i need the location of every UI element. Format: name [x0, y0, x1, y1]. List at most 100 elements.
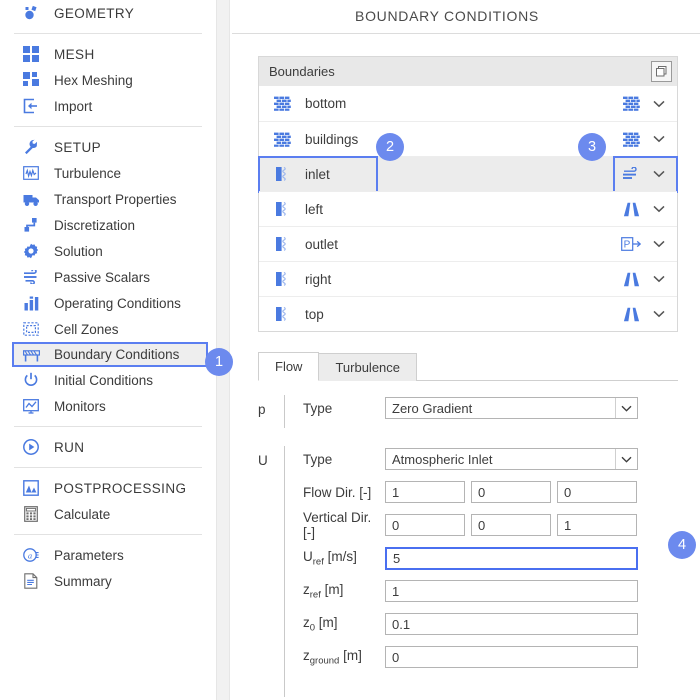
- sidebar-item-label: Monitors: [54, 398, 106, 414]
- sidebar-item-run[interactable]: RUN: [0, 434, 216, 460]
- patch-icon: [271, 236, 293, 252]
- sidebar-item-import[interactable]: Import: [0, 93, 216, 119]
- sidebar-item-label: Import: [54, 98, 93, 114]
- sidebar-item-solution[interactable]: Solution: [0, 238, 216, 264]
- select-p-type[interactable]: Zero Gradient: [385, 397, 638, 419]
- sidebar-item-summary[interactable]: Summary: [0, 568, 216, 594]
- sidebar-item-cell-zones[interactable]: Cell Zones: [0, 316, 216, 342]
- chevron-down-icon: [615, 449, 637, 469]
- input-z0[interactable]: 0.1: [385, 613, 638, 635]
- symmetry-icon[interactable]: [621, 307, 641, 322]
- boundary-row-actions: [621, 132, 677, 147]
- input-zground[interactable]: 0: [385, 646, 638, 668]
- sidebar-item-passive-scalars[interactable]: Passive Scalars: [0, 264, 216, 290]
- boundary-row-actions: [621, 202, 677, 217]
- boundary-row-actions: [621, 272, 677, 287]
- symmetry-icon[interactable]: [621, 272, 641, 287]
- label-flow-dir: Flow Dir. [-]: [303, 484, 372, 500]
- tab-flow[interactable]: Flow: [258, 352, 320, 381]
- sidebar-item-hex-meshing[interactable]: Hex Meshing: [0, 67, 216, 93]
- boundary-name: inlet: [305, 166, 330, 182]
- chevron-down-icon[interactable]: [651, 310, 667, 318]
- patch-icon: [271, 271, 293, 287]
- sidebar-item-turbulence[interactable]: Turbulence: [0, 160, 216, 186]
- sidebar-item-transport-properties[interactable]: Transport Properties: [0, 186, 216, 212]
- label-z0: z0 [m]: [303, 614, 338, 634]
- sidebar-item-monitors[interactable]: Monitors: [0, 393, 216, 419]
- sidebar-item-mesh[interactable]: MESH: [0, 41, 216, 67]
- input-vertical-dir-z[interactable]: 1: [557, 514, 637, 536]
- sidebar-item-calculate[interactable]: Calculate: [0, 501, 216, 527]
- input-zref[interactable]: 1: [385, 580, 638, 602]
- step-badge-1: 1: [205, 348, 233, 376]
- form-group-p: p Type Zero Gradient: [258, 395, 700, 428]
- wall-icon[interactable]: [621, 96, 641, 111]
- chevron-down-icon[interactable]: [651, 135, 667, 143]
- input-flow-dir-x[interactable]: 1: [385, 481, 465, 503]
- boundary-row-bottom[interactable]: bottom: [259, 86, 677, 121]
- sidebar-item-discretization[interactable]: Discretization: [0, 212, 216, 238]
- field-row-p-type: Type Zero Gradient: [303, 395, 700, 421]
- boundary-row-right[interactable]: right: [259, 261, 677, 296]
- chevron-down-icon[interactable]: [651, 170, 667, 178]
- boundary-row-buildings[interactable]: buildings: [259, 121, 677, 156]
- sidebar-item-label: Initial Conditions: [54, 372, 154, 388]
- sidebar-item-initial-conditions[interactable]: Initial Conditions: [0, 367, 216, 393]
- inlet-icon[interactable]: [621, 166, 641, 182]
- input-uref[interactable]: 5: [385, 546, 638, 570]
- hex-mesh-icon: [22, 71, 40, 89]
- main-panel: BOUNDARY CONDITIONS Boundaries bottom bui…: [232, 0, 700, 700]
- select-u-type[interactable]: Atmospheric Inlet: [385, 448, 638, 470]
- sidebar-item-operating-conditions[interactable]: Operating Conditions: [0, 290, 216, 316]
- sidebar: GEOMETRY MESH Hex Meshing Import SETUP Turbul…: [0, 0, 216, 700]
- boundary-name: left: [305, 201, 324, 217]
- boundary-row-left[interactable]: left: [259, 191, 677, 226]
- sidebar-item-label: Parameters: [54, 547, 124, 563]
- input-vertical-dir-x[interactable]: 0: [385, 514, 465, 536]
- field-row-z0: z0 [m] 0.1: [303, 611, 700, 637]
- sidebar-item-boundary-conditions[interactable]: Boundary Conditions: [12, 342, 208, 367]
- chevron-down-icon[interactable]: [651, 205, 667, 213]
- parameters-icon: a: [22, 546, 40, 564]
- gear-icon: [22, 242, 40, 260]
- sidebar-item-label: GEOMETRY: [54, 5, 135, 21]
- wall-icon[interactable]: [621, 132, 641, 147]
- import-icon: [22, 97, 40, 115]
- tab-bar: Flow Turbulence: [258, 352, 700, 381]
- sidebar-item-label: Boundary Conditions: [54, 347, 180, 362]
- symmetry-icon[interactable]: [621, 202, 641, 217]
- sidebar-item-geometry[interactable]: GEOMETRY: [0, 0, 216, 26]
- sidebar-item-label: Calculate: [54, 506, 111, 522]
- copy-icon[interactable]: [651, 61, 672, 82]
- boundary-row-top[interactable]: top: [259, 296, 677, 331]
- boundary-row-actions: [621, 96, 677, 111]
- svg-text:a: a: [28, 550, 32, 560]
- form-group-u: U Type Atmospheric Inlet Flow Dir. [-] 1…: [258, 446, 700, 697]
- input-vertical-dir-y[interactable]: 0: [471, 514, 551, 536]
- postproc-icon: [22, 479, 40, 497]
- sidebar-item-label: Hex Meshing: [54, 72, 133, 88]
- boundaries-header: Boundaries: [259, 57, 677, 86]
- wall-icon: [271, 96, 293, 111]
- title-divider: [232, 33, 700, 34]
- chevron-down-icon[interactable]: [651, 275, 667, 283]
- sidebar-item-postprocessing[interactable]: POSTPROCESSING: [0, 475, 216, 501]
- summary-icon: [22, 572, 40, 590]
- step-badge-2: 2: [376, 133, 404, 161]
- sidebar-item-label: Operating Conditions: [54, 295, 181, 311]
- chevron-down-icon[interactable]: [651, 100, 667, 108]
- sidebar-item-parameters[interactable]: a Parameters: [0, 542, 216, 568]
- boundary-row-actions: P: [621, 237, 677, 251]
- tab-turbulence[interactable]: Turbulence: [318, 353, 418, 381]
- wall-icon: [271, 132, 293, 147]
- input-flow-dir-y[interactable]: 0: [471, 481, 551, 503]
- sidebar-item-setup[interactable]: SETUP: [0, 134, 216, 160]
- pressure-icon[interactable]: P: [621, 237, 641, 251]
- chevron-down-icon[interactable]: [651, 240, 667, 248]
- patch-icon: [271, 201, 293, 217]
- boundary-row-outlet[interactable]: outlet P: [259, 226, 677, 261]
- sidebar-divider: [14, 426, 202, 427]
- boundary-row-inlet[interactable]: inlet: [258, 156, 678, 193]
- patch-icon: [271, 166, 293, 182]
- input-flow-dir-z[interactable]: 0: [557, 481, 637, 503]
